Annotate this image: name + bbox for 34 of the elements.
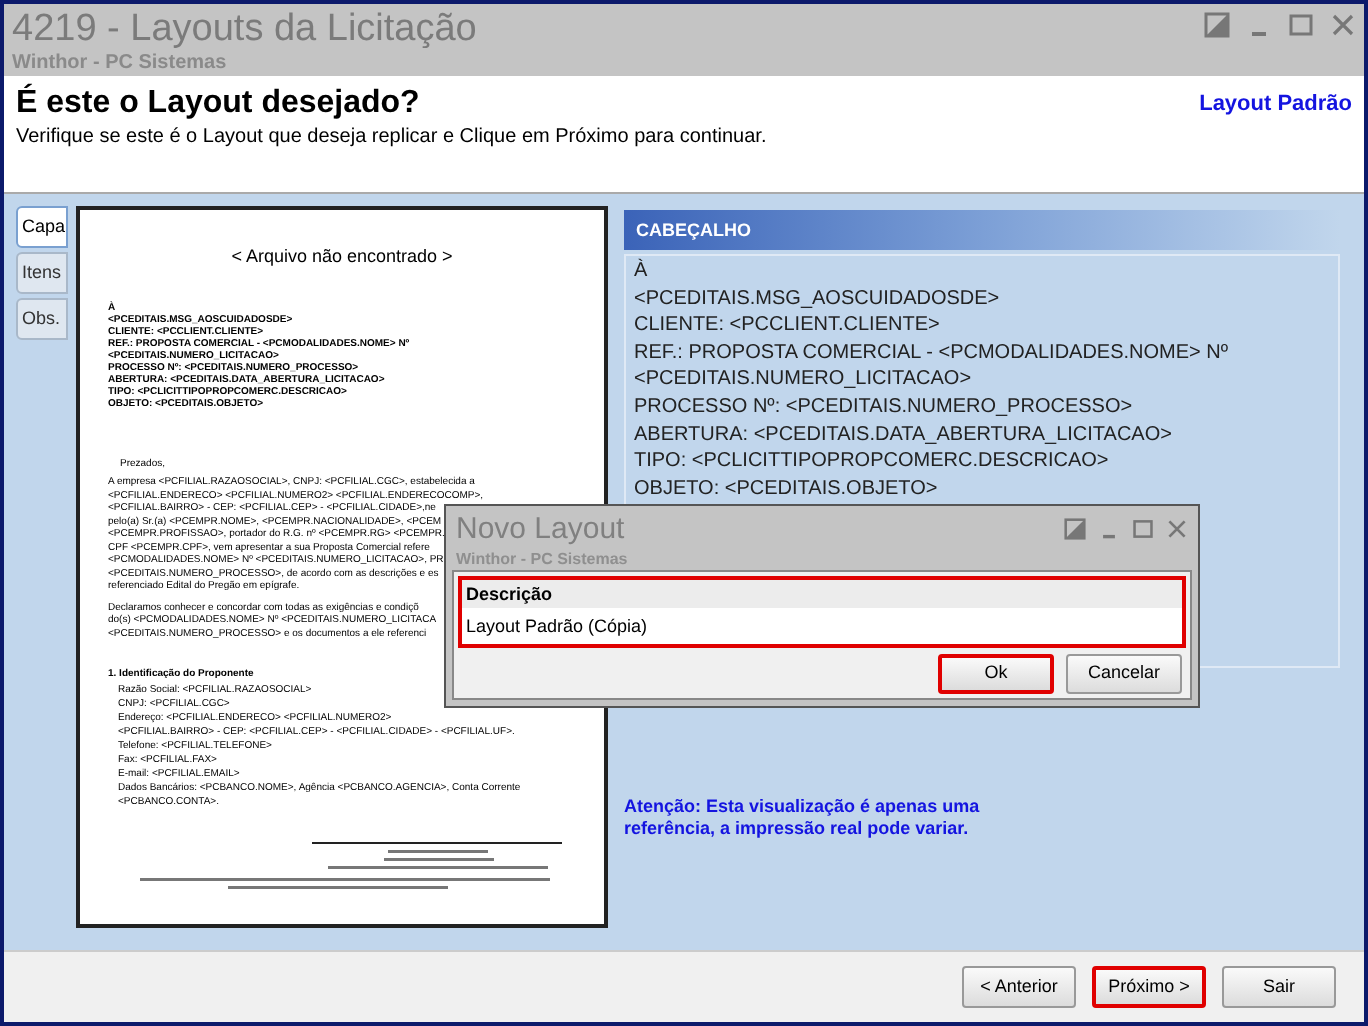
- warning-text: Atenção: Esta visualização é apenas uma: [624, 796, 980, 818]
- tab[interactable]: Obs.: [16, 298, 68, 340]
- tab[interactable]: Itens: [16, 252, 68, 294]
- header-field-line: <PCEDITAIS.NUMERO_LICITACAO>: [634, 366, 972, 394]
- restore-icon[interactable]: [1204, 12, 1230, 38]
- header-field-line: TIPO: <PCLICITTIPOPROPCOMERC.DESCRICAO>: [634, 448, 1109, 476]
- maximize-icon[interactable]: [1288, 12, 1314, 38]
- description-field[interactable]: Layout Padrão (Cópia): [462, 608, 1182, 644]
- warning-text: referência, a impressão real pode variar.: [624, 818, 969, 840]
- dialog-title: Novo Layout: [456, 510, 627, 550]
- header-field-line: REF.: PROPOSTA COMERCIAL - <PCMODALIDADES.NOME> Nº: [634, 339, 1229, 367]
- header-field-line: À: [634, 258, 648, 286]
- close-icon[interactable]: [1166, 518, 1188, 540]
- window-title: 4219 - Layouts da Licitação: [12, 8, 477, 52]
- header-field-line: <PCEDITAIS.MSG_AOSCUIDADOSDE>: [634, 285, 1000, 313]
- close-icon[interactable]: [1330, 12, 1356, 38]
- field-label: Descrição: [462, 580, 1182, 608]
- dialog-button[interactable]: Cancelar: [1066, 654, 1182, 694]
- preview-notice: < Arquivo não encontrado >: [231, 246, 453, 266]
- wizard-button[interactable]: Próximo >: [1092, 966, 1206, 1008]
- header-field-line: OBJETO: <PCEDITAIS.OBJETO>: [634, 475, 938, 503]
- page-heading: É este o Layout desejado?: [16, 84, 422, 124]
- header-field-line: ABERTURA: <PCEDITAIS.DATA_ABERTURA_LICITACAO>: [634, 421, 1172, 449]
- instruction-text: Verifique se este é o Layout que deseja replicar e Clique em Próximo para continuar.: [16, 124, 767, 152]
- layout-name: Layout Padrão: [1199, 90, 1352, 116]
- maximize-icon[interactable]: [1132, 518, 1154, 540]
- wizard-button[interactable]: < Anterior: [962, 966, 1076, 1008]
- window-subtitle: Winthor - PC Sistemas: [12, 52, 229, 74]
- header-field-line: CLIENTE: <PCCLIENT.CLIENTE>: [634, 312, 940, 340]
- tab[interactable]: Capa: [16, 206, 68, 248]
- restore-icon[interactable]: [1064, 518, 1086, 540]
- dialog-button[interactable]: Ok: [938, 654, 1054, 694]
- header-field-line: PROCESSO Nº: <PCEDITAIS.NUMERO_PROCESSO>: [634, 393, 1133, 422]
- wizard-button[interactable]: Sair: [1222, 966, 1336, 1008]
